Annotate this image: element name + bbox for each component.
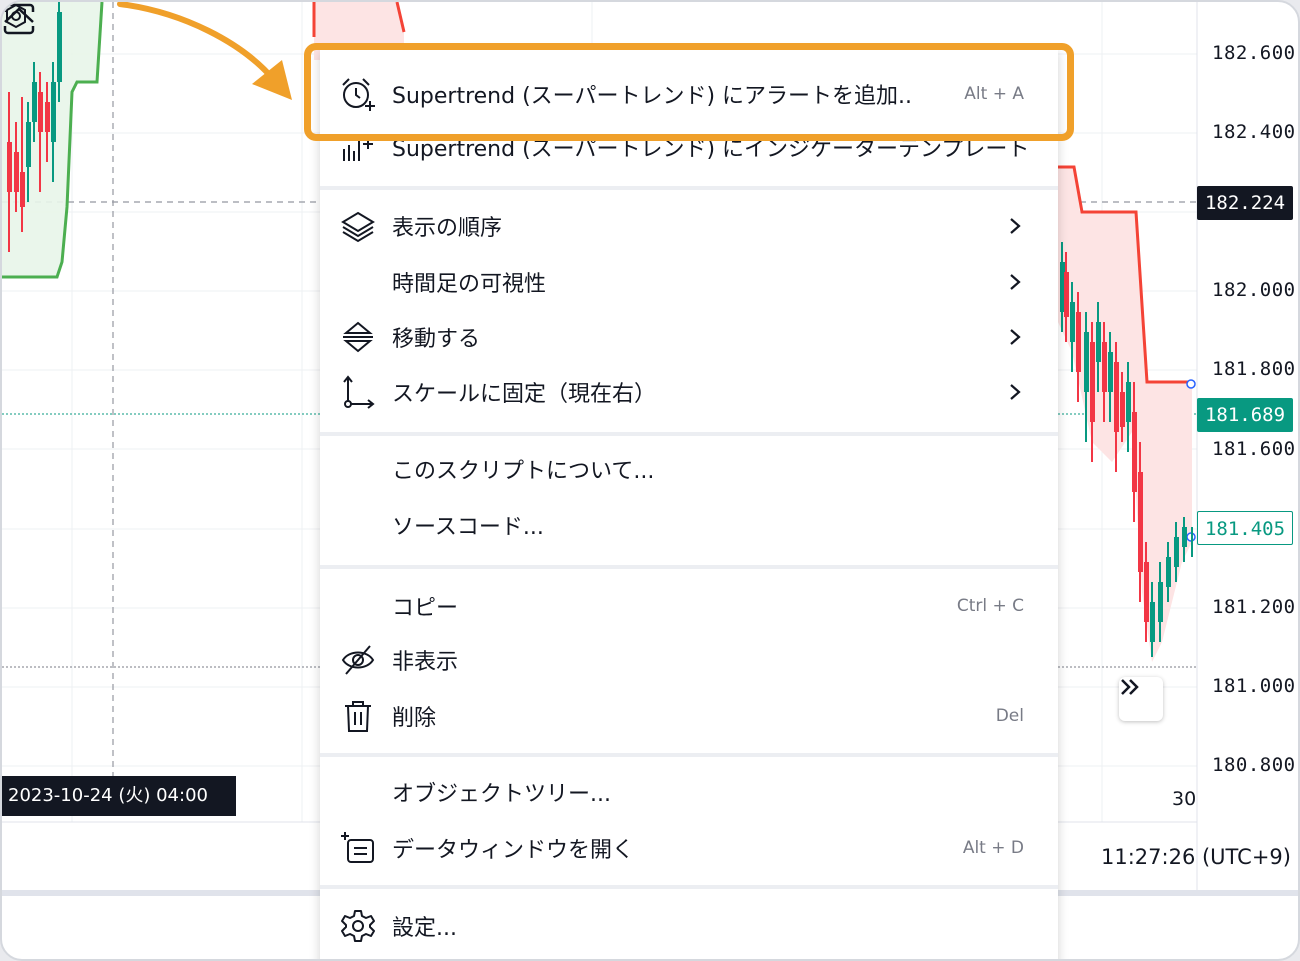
- menu-item-visual-order[interactable]: 表示の順序: [320, 200, 1058, 252]
- menu-item-label: 設定...: [392, 916, 457, 941]
- data-window-icon: [341, 832, 374, 863]
- chevron-right-icon: [1010, 218, 1021, 234]
- price-axis-label: 182.600: [1212, 42, 1296, 64]
- menu-item-settings[interactable]: 設定...: [320, 900, 1058, 952]
- menu-item-label: 表示の順序: [392, 216, 503, 241]
- eye-hidden-icon: [341, 645, 375, 675]
- price-axis-label: 182.000: [1212, 279, 1296, 301]
- menu-item-label: 時間足の可視性: [392, 272, 547, 297]
- menu-item-label: 削除: [392, 706, 437, 731]
- double-chevron-right-icon: [1121, 679, 1139, 695]
- gear-icon: [341, 910, 375, 942]
- menu-item-remove[interactable]: 削除 Del: [320, 690, 1058, 742]
- menu-item-label: ソースコード...: [392, 515, 544, 540]
- chevron-right-icon: [1010, 384, 1021, 400]
- menu-item-hide[interactable]: 非表示: [320, 634, 1058, 686]
- chevron-right-icon: [1010, 329, 1021, 345]
- menu-item-pin-to-scale[interactable]: スケールに固定（現在右）: [320, 366, 1058, 418]
- menu-item-about-script[interactable]: このスクリプトについて...: [320, 443, 1058, 495]
- price-axis-label: 182.400: [1212, 121, 1296, 143]
- clock-timezone[interactable]: 11:27:26 (UTC+9): [1101, 845, 1291, 869]
- menu-item-visibility-on-intervals[interactable]: 時間足の可視性: [320, 256, 1058, 308]
- menu-item-label: スケールに固定（現在右）: [392, 382, 657, 407]
- crosshair-date-label: 2023-10-24 (火) 04:00: [2, 776, 236, 816]
- scale-axis-icon: [343, 375, 375, 409]
- annotation-arrow: [117, 2, 277, 83]
- menu-item-label: 移動する: [392, 327, 481, 352]
- price-axis-label: 181.600: [1212, 438, 1296, 460]
- layers-icon: [341, 211, 375, 243]
- context-menu: 表示の順序 時間足の可視性 移動する スケールに固定（現在右） このスクリプトに…: [320, 50, 1058, 959]
- crosshair-price-tag: 182.224: [1197, 186, 1293, 220]
- indicator-bars-icon: [343, 141, 373, 161]
- menu-item-label: データウィンドウを開く: [392, 838, 635, 863]
- menu-divider: [320, 753, 1058, 757]
- menu-item-shortcut: Alt + D: [962, 838, 1024, 858]
- price-axis-label: 181.000: [1212, 675, 1296, 697]
- menu-divider: [320, 885, 1058, 889]
- menu-item-label: オブジェクトツリー...: [392, 782, 611, 807]
- chart-window: 182.600 182.400 182.000 181.800 181.600 …: [0, 0, 1300, 961]
- price-axis-label: 180.800: [1212, 754, 1296, 776]
- chevron-right-icon: [1010, 274, 1021, 290]
- trash-icon: [345, 701, 371, 732]
- menu-item-label: コピー: [392, 596, 459, 621]
- time-axis-tick: 30: [1172, 788, 1197, 810]
- last-price-tag: 181.689: [1197, 398, 1293, 432]
- menu-item-object-tree[interactable]: オブジェクトツリー...: [320, 766, 1058, 818]
- menu-item-copy[interactable]: コピー Ctrl + C: [320, 580, 1058, 632]
- price-axis-label: 181.200: [1212, 596, 1296, 618]
- menu-item-source-code[interactable]: ソースコード...: [320, 499, 1058, 551]
- menu-item-data-window[interactable]: データウィンドウを開く Alt + D: [320, 822, 1058, 874]
- move-layers-icon: [343, 321, 373, 353]
- annotation-highlight-box: [304, 43, 1074, 141]
- menu-item-move-to[interactable]: 移動する: [320, 311, 1058, 363]
- menu-item-label: 非表示: [392, 650, 459, 675]
- menu-divider: [320, 565, 1058, 569]
- menu-item-shortcut: Del: [995, 706, 1024, 726]
- scroll-to-realtime-button[interactable]: [1119, 677, 1163, 721]
- indicator-price-tag: 181.405: [1197, 511, 1293, 545]
- menu-divider: [320, 186, 1058, 190]
- menu-item-label: Supertrend (スーパートレンド) にインジケーターテンプレート: [392, 141, 1030, 161]
- menu-divider: [320, 432, 1058, 436]
- maximize-icon[interactable]: [2, 2, 36, 36]
- menu-item-label: このスクリプトについて...: [392, 459, 655, 484]
- menu-item-indicator-template[interactable]: Supertrend (スーパートレンド) にインジケーターテンプレート: [320, 141, 1058, 161]
- menu-item-shortcut: Ctrl + C: [956, 596, 1024, 616]
- price-axis-label: 181.800: [1212, 358, 1296, 380]
